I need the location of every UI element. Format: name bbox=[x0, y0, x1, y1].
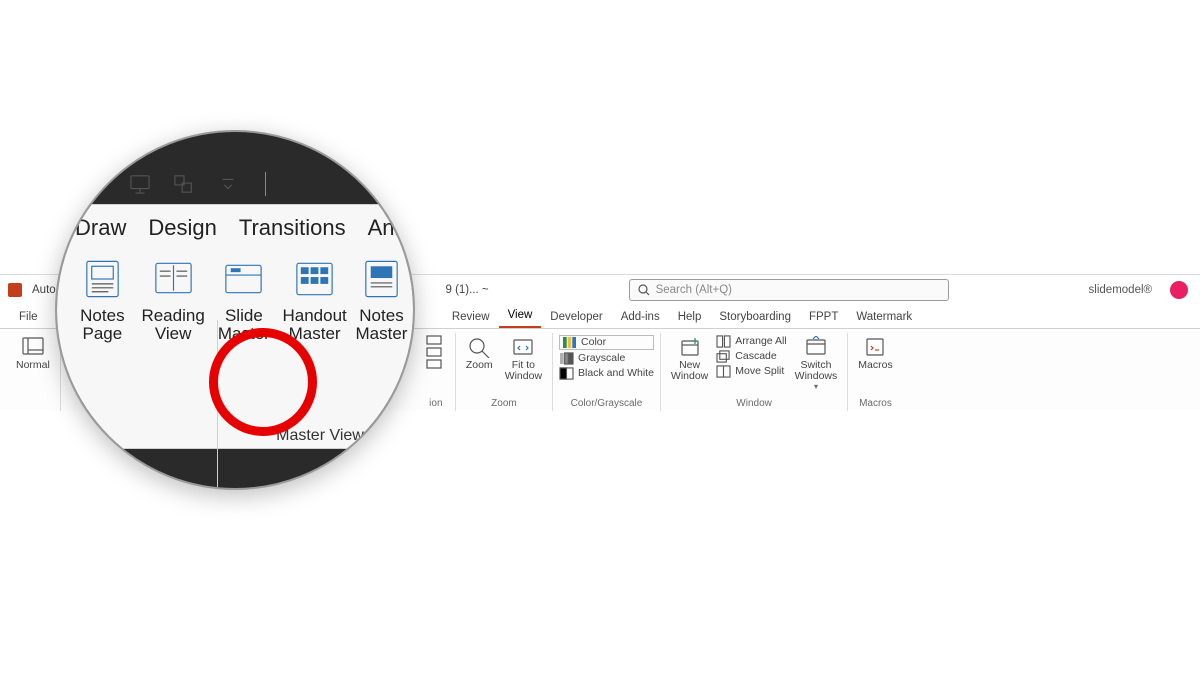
cascade-label: Cascade bbox=[735, 351, 776, 363]
filename-suffix: 9 (1)... ~ bbox=[445, 284, 488, 296]
tab-developer[interactable]: Developer bbox=[541, 307, 611, 328]
cascade-button[interactable]: Cascade bbox=[716, 350, 786, 363]
mag-tab-animations-partial[interactable]: Animatio bbox=[368, 215, 415, 241]
group-window: New Window Arrange All Cascade Move Spli… bbox=[661, 333, 848, 411]
move-split-button[interactable]: Move Split bbox=[716, 365, 786, 378]
tab-fppt[interactable]: FPPT bbox=[800, 307, 847, 328]
color-button[interactable]: Color bbox=[559, 335, 654, 350]
tab-watermark[interactable]: Watermark bbox=[847, 307, 921, 328]
macros-button[interactable]: Macros bbox=[854, 333, 896, 371]
reading-view-button[interactable]: Reading View bbox=[138, 257, 209, 343]
mag-quick-access-toolbar bbox=[127, 172, 266, 196]
handout-master-button[interactable]: Handout Master bbox=[279, 257, 350, 343]
color-label: Color bbox=[581, 337, 606, 349]
group-window-label: Window bbox=[667, 397, 841, 411]
fit-to-window-label: Fit to Window bbox=[505, 360, 542, 382]
normal-view-label: Normal bbox=[16, 360, 50, 371]
handout-master-label: Handout Master bbox=[282, 307, 346, 343]
search-placeholder: Search (Alt+Q) bbox=[656, 284, 732, 296]
group-zoom-label: Zoom bbox=[462, 397, 546, 411]
mag-tabs: Draw Design Transitions Animatio bbox=[57, 205, 413, 253]
magnifier-overlay: Draw Design Transitions Animatio Notes P… bbox=[55, 130, 415, 490]
macros-label: Macros bbox=[858, 360, 892, 371]
switch-windows-button[interactable]: Switch Windows ▾ bbox=[791, 333, 842, 391]
new-window-label: New Window bbox=[671, 360, 708, 382]
group-presentation-views: Normal bbox=[6, 333, 61, 411]
tab-help[interactable]: Help bbox=[669, 307, 711, 328]
mag-group-presentation-views-label: ws bbox=[75, 427, 215, 445]
move-split-label: Move Split bbox=[735, 366, 784, 378]
switch-windows-label: Switch Windows bbox=[795, 360, 838, 382]
group-color-label: Color/Grayscale bbox=[559, 397, 654, 411]
arrange-all-label: Arrange All bbox=[735, 336, 786, 348]
notes-page-button[interactable]: Notes Page bbox=[67, 257, 138, 343]
normal-view-button[interactable]: Normal bbox=[12, 333, 54, 371]
search-icon bbox=[638, 284, 650, 296]
chevron-down-icon: ▾ bbox=[814, 383, 818, 391]
group-master-views-fragment: ion bbox=[423, 333, 456, 411]
group-presentation-views-label bbox=[12, 397, 54, 411]
shapes-qat-icon[interactable] bbox=[171, 173, 197, 195]
slide-master-button[interactable]: Slide Master bbox=[209, 257, 280, 343]
mag-tab-draw[interactable]: Draw bbox=[75, 215, 126, 241]
group-zoom: Zoom Fit to Window Zoom bbox=[456, 333, 553, 411]
tab-view[interactable]: View bbox=[499, 305, 542, 328]
arrange-all-button[interactable]: Arrange All bbox=[716, 335, 786, 348]
group-color-grayscale: Color Grayscale Black and White Color/Gr… bbox=[553, 333, 661, 411]
tab-addins[interactable]: Add-ins bbox=[612, 307, 669, 328]
notes-page-label: Notes Page bbox=[80, 307, 124, 343]
new-window-button[interactable]: New Window bbox=[667, 333, 712, 382]
search-input[interactable]: Search (Alt+Q) bbox=[629, 279, 949, 301]
mag-tab-design[interactable]: Design bbox=[148, 215, 216, 241]
powerpoint-app-icon bbox=[8, 283, 22, 297]
notes-master-label: Notes Master bbox=[356, 307, 408, 343]
fit-to-window-button[interactable]: Fit to Window bbox=[501, 333, 546, 382]
group-macros-label: Macros bbox=[854, 397, 896, 411]
grayscale-label: Grayscale bbox=[578, 353, 625, 365]
reading-view-label: Reading View bbox=[141, 307, 204, 343]
mag-group-separator bbox=[217, 320, 218, 490]
slideshow-qat-icon[interactable] bbox=[127, 173, 153, 195]
magnifier-ribbon: Draw Design Transitions Animatio Notes P… bbox=[57, 204, 413, 449]
black-white-label: Black and White bbox=[578, 368, 654, 380]
mag-tab-transitions[interactable]: Transitions bbox=[239, 215, 346, 241]
avatar[interactable] bbox=[1170, 281, 1188, 299]
zoom-button[interactable]: Zoom bbox=[462, 333, 497, 371]
grayscale-button[interactable]: Grayscale bbox=[559, 352, 654, 365]
zoom-label: Zoom bbox=[466, 360, 493, 371]
notes-master-button[interactable]: Notes Master bbox=[350, 257, 413, 343]
tab-file[interactable]: File bbox=[10, 307, 47, 328]
mag-master-views-buttons: Notes Page Reading View Slide Master Han… bbox=[57, 253, 413, 343]
mag-group-labels: ws Master Views bbox=[75, 427, 403, 445]
mag-group-master-views-label: Master Views bbox=[245, 427, 403, 445]
group-master-views-fragment-label: ion bbox=[423, 397, 449, 411]
group-macros: Macros Macros bbox=[848, 333, 902, 411]
slide-master-label: Slide Master bbox=[218, 307, 270, 343]
tab-review[interactable]: Review bbox=[443, 307, 499, 328]
username: slidemodel® bbox=[1089, 284, 1152, 296]
black-white-button[interactable]: Black and White bbox=[559, 367, 654, 380]
tab-storyboarding[interactable]: Storyboarding bbox=[710, 307, 800, 328]
qat-customize-icon[interactable] bbox=[215, 173, 241, 195]
